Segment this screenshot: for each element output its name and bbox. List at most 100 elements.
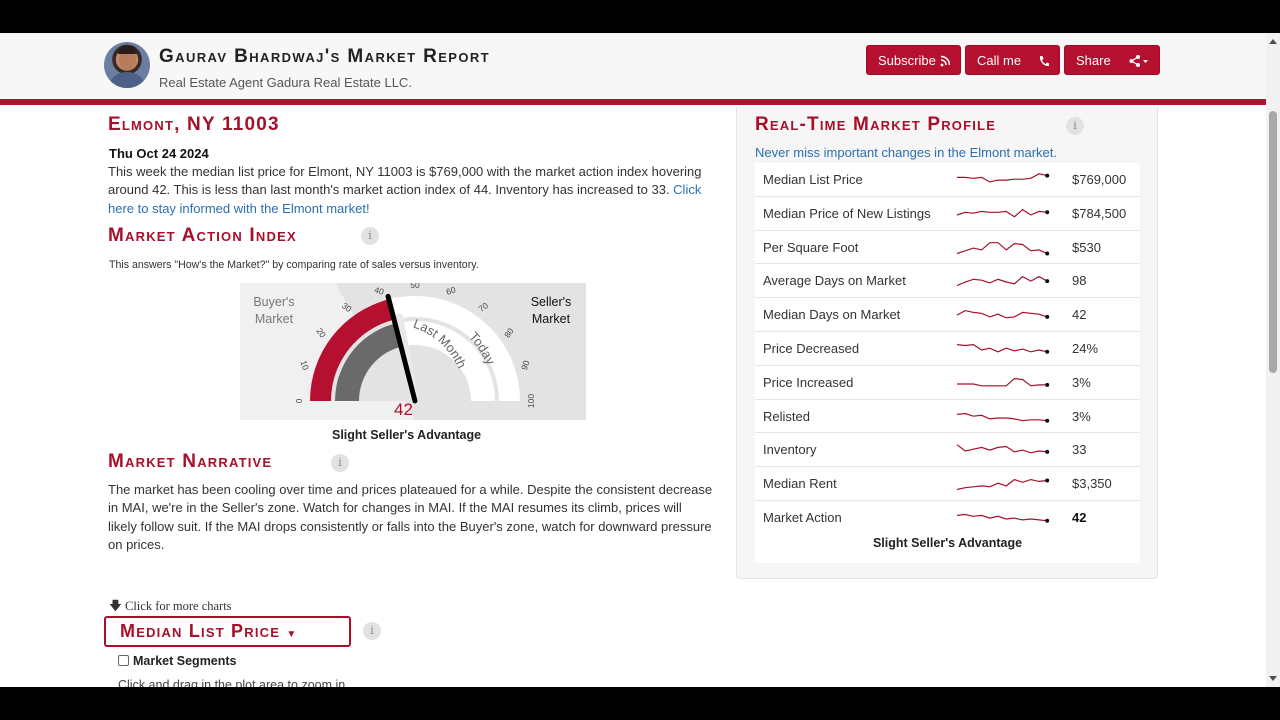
market-action-index-title: Market Action Index bbox=[108, 225, 297, 246]
sparkline-chart bbox=[956, 241, 1050, 256]
profile-row-value: $3,350 bbox=[1072, 476, 1112, 492]
sellers-market-label-2: Market bbox=[532, 312, 571, 326]
gauge-tick-label: 90 bbox=[519, 359, 532, 371]
zoom-hint: Click and drag in the plot area to zoom … bbox=[118, 678, 346, 687]
profile-row: Median Rent $3,350 bbox=[755, 467, 1140, 501]
market-narrative-text: The market has been cooling over time an… bbox=[108, 482, 713, 553]
market-segments-checkbox[interactable] bbox=[118, 655, 129, 666]
phone-icon bbox=[1038, 46, 1049, 87]
sparkline-chart bbox=[956, 208, 1050, 218]
profile-row-value: 98 bbox=[1072, 273, 1087, 289]
profile-row: Median List Price $769,000 bbox=[755, 163, 1140, 197]
more-charts-link[interactable]: 🡇 Click for more charts bbox=[109, 597, 232, 618]
profile-row-value: $769,000 bbox=[1072, 172, 1127, 187]
market-narrative-title: Market Narrative bbox=[108, 451, 273, 472]
buyers-market-label-1: Buyer's bbox=[253, 295, 294, 309]
profile-row-label: Median Days on Market bbox=[763, 307, 901, 323]
buyers-market-label-2: Market bbox=[255, 312, 294, 326]
profile-row-label: Average Days on Market bbox=[763, 273, 906, 289]
profile-row-value: 42 bbox=[1072, 509, 1087, 525]
rss-icon bbox=[940, 46, 951, 87]
site-title: Gaurav Bhardwaj's Market Report bbox=[159, 46, 491, 67]
gauge-tick-label: 60 bbox=[445, 284, 457, 297]
profile-row: Relisted 3% bbox=[755, 400, 1140, 434]
profile-row: Median Days on Market 42 bbox=[755, 298, 1140, 332]
info-icon[interactable]: i bbox=[1066, 117, 1084, 135]
market-profile-subtitle[interactable]: Never miss important changes in the Elmo… bbox=[755, 145, 1057, 160]
market-summary: This week the median list price for Elmo… bbox=[108, 163, 713, 218]
profile-row-value: 42 bbox=[1072, 307, 1087, 323]
profile-row-label: Median Rent bbox=[763, 476, 837, 492]
scrollbar-thumb[interactable] bbox=[1269, 111, 1277, 373]
profile-caption: Slight Seller's Advantage bbox=[872, 535, 1023, 550]
sparkline-chart bbox=[956, 343, 1050, 354]
caret-down-icon: ▼ bbox=[286, 629, 298, 640]
market-profile-title: Real-Time Market Profile bbox=[755, 114, 997, 135]
sparkline-chart bbox=[956, 513, 1050, 523]
profile-row: Inventory 33 bbox=[755, 433, 1140, 468]
profile-row: Median Price of New Listings $784,500 bbox=[755, 197, 1140, 231]
profile-row: Per Square Foot $530 bbox=[755, 231, 1140, 265]
subscribe-button[interactable]: Subscribe bbox=[866, 45, 961, 75]
sparkline-chart bbox=[957, 377, 1050, 387]
share-label: Share bbox=[1076, 53, 1111, 68]
market-profile-table: Median List Price $769,000 Median Price of… bbox=[755, 163, 1140, 563]
profile-row: Market Action 42 bbox=[755, 501, 1140, 535]
profile-row: Average Days on Market 98 bbox=[755, 264, 1140, 299]
profile-row-label: Relisted bbox=[763, 408, 810, 424]
info-icon[interactable]: i bbox=[331, 454, 349, 472]
page-viewport: Gaurav Bhardwaj's Market Report Real Est… bbox=[0, 33, 1266, 687]
gauge-tick-label: 70 bbox=[476, 300, 490, 314]
mai-description: This answers "How's the Market?" by comp… bbox=[109, 259, 479, 271]
profile-row-label: Price Increased bbox=[763, 374, 854, 390]
median-list-price-dropdown[interactable]: Median List Price ▼ bbox=[104, 616, 351, 647]
profile-row-value: 3% bbox=[1072, 374, 1091, 390]
profile-row-label: Median List Price bbox=[763, 172, 863, 187]
info-icon[interactable]: i bbox=[361, 227, 379, 245]
call-me-label: Call me bbox=[977, 53, 1022, 68]
market-segments-label: Market Segments bbox=[133, 654, 237, 668]
scroll-up-icon[interactable] bbox=[1269, 39, 1277, 44]
info-icon[interactable]: i bbox=[363, 622, 381, 640]
summary-text: This week the median list price for Elmo… bbox=[108, 164, 702, 198]
site-header: Gaurav Bhardwaj's Market Report Real Est… bbox=[0, 33, 1266, 105]
sparkline-chart bbox=[957, 173, 1050, 183]
arrow-down-icon: 🡇 bbox=[109, 599, 122, 613]
location-title: Elmont, NY 11003 bbox=[108, 114, 280, 135]
gauge-tick-label: 80 bbox=[502, 326, 516, 340]
share-button[interactable]: Share bbox=[1064, 45, 1160, 75]
sparkline-chart bbox=[956, 478, 1050, 491]
profile-row-value: $530 bbox=[1072, 239, 1101, 255]
sparkline-chart bbox=[956, 444, 1050, 455]
profile-row-value: $784,500 bbox=[1072, 205, 1127, 221]
market-action-gauge: 0 10 20 30 40 50 60 70 80 90 100 Buyer's Market Se… bbox=[240, 280, 586, 420]
profile-row-value: 33 bbox=[1072, 442, 1087, 458]
profile-row-label: Per Square Foot bbox=[763, 239, 859, 255]
gauge-value: 42 bbox=[394, 400, 413, 419]
dropdown-label: Median List Price bbox=[120, 621, 281, 641]
gauge-tick-label: 40 bbox=[373, 284, 385, 297]
share-icon bbox=[1129, 46, 1149, 87]
gauge-tick-label: 50 bbox=[410, 283, 420, 290]
sparkline-chart bbox=[956, 276, 1050, 287]
call-me-button[interactable]: Call me bbox=[965, 45, 1060, 75]
scroll-down-icon[interactable] bbox=[1269, 676, 1277, 681]
profile-row-label: Median Price of New Listings bbox=[763, 205, 931, 221]
site-subtitle: Real Estate Agent Gadura Real Estate LLC… bbox=[159, 75, 412, 90]
profile-row-label: Price Decreased bbox=[763, 340, 860, 356]
sparkline-chart bbox=[956, 310, 1050, 320]
profile-row-label: Market Action bbox=[763, 509, 842, 525]
sellers-market-label-1: Seller's bbox=[531, 295, 572, 309]
gauge-tick-label: 0 bbox=[294, 399, 304, 404]
profile-row: Price Decreased 24% bbox=[755, 332, 1140, 366]
agent-avatar bbox=[104, 42, 150, 88]
more-charts-label: Click for more charts bbox=[124, 599, 232, 613]
profile-row-value: 3% bbox=[1072, 408, 1091, 424]
sparkline-chart bbox=[956, 412, 1050, 423]
gauge-tick-label: 100 bbox=[526, 394, 536, 408]
vertical-scrollbar[interactable] bbox=[1266, 33, 1280, 687]
profile-row-label: Inventory bbox=[763, 442, 817, 458]
profile-row-value: 24% bbox=[1072, 340, 1099, 356]
gauge-caption: Slight Seller's Advantage bbox=[332, 428, 482, 442]
report-date: Thu Oct 24 2024 bbox=[109, 146, 209, 161]
